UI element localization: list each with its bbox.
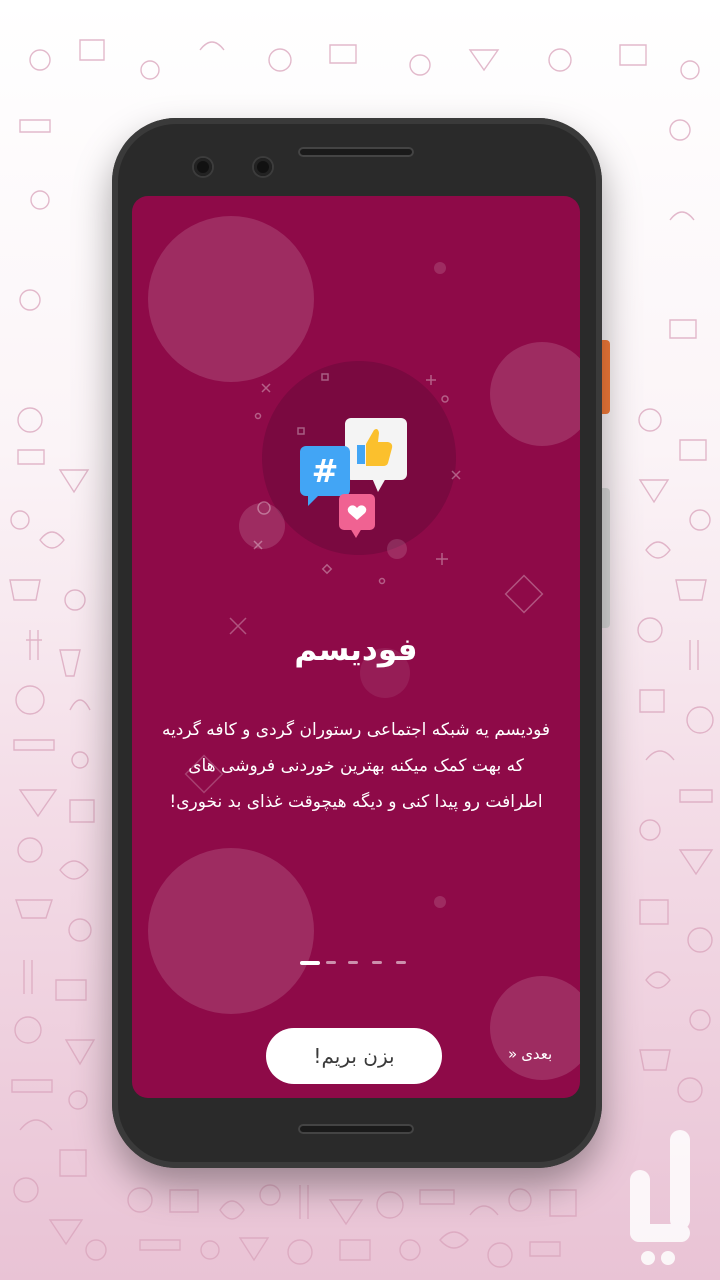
- page-dot[interactable]: [326, 961, 336, 964]
- double-chevron-icon: «: [508, 1045, 518, 1063]
- app-title: فودیسم: [294, 632, 418, 668]
- page-indicator: [132, 961, 580, 967]
- svg-text:#: #: [312, 452, 339, 490]
- next-button[interactable]: بعدی «: [508, 1045, 552, 1063]
- bottom-speaker: [298, 1124, 414, 1134]
- description-line: که بهت کمک میکنه بهترین خوردنی فروشی های: [188, 756, 524, 776]
- description-line: اطرافت رو پیدا کنی و دیگه هیچوقت غذای بد…: [169, 792, 543, 812]
- decor-circle: [148, 848, 314, 1014]
- power-button: [602, 488, 610, 628]
- start-button[interactable]: بزن بریم!: [266, 1028, 442, 1084]
- app-description: فودیسم یه شبکه اجتماعی رستوران گردی و کا…: [156, 712, 556, 820]
- volume-button: [602, 340, 610, 414]
- description-line: فودیسم یه شبکه اجتماعی رستوران گردی و کا…: [161, 720, 551, 740]
- page-dot-active[interactable]: [300, 961, 320, 965]
- front-camera-icon: [194, 158, 212, 176]
- decor-circle: [490, 976, 580, 1080]
- page-dot[interactable]: [396, 961, 406, 964]
- decor-dot: [434, 262, 446, 274]
- decor-circle: [490, 342, 580, 446]
- store-logo-watermark: [630, 1130, 690, 1265]
- decor-dot: [434, 896, 446, 908]
- front-sensor-icon: [254, 158, 272, 176]
- next-label: بعدی: [521, 1045, 553, 1063]
- page-dot[interactable]: [348, 961, 358, 964]
- onboarding-screen: # فودیسم فودیسم یه شبکه اجتماعی رستوران …: [132, 196, 580, 1098]
- social-illustration: #: [239, 361, 461, 585]
- top-speaker: [298, 147, 414, 157]
- page-dot[interactable]: [372, 961, 382, 964]
- decor-diamond: [504, 574, 544, 614]
